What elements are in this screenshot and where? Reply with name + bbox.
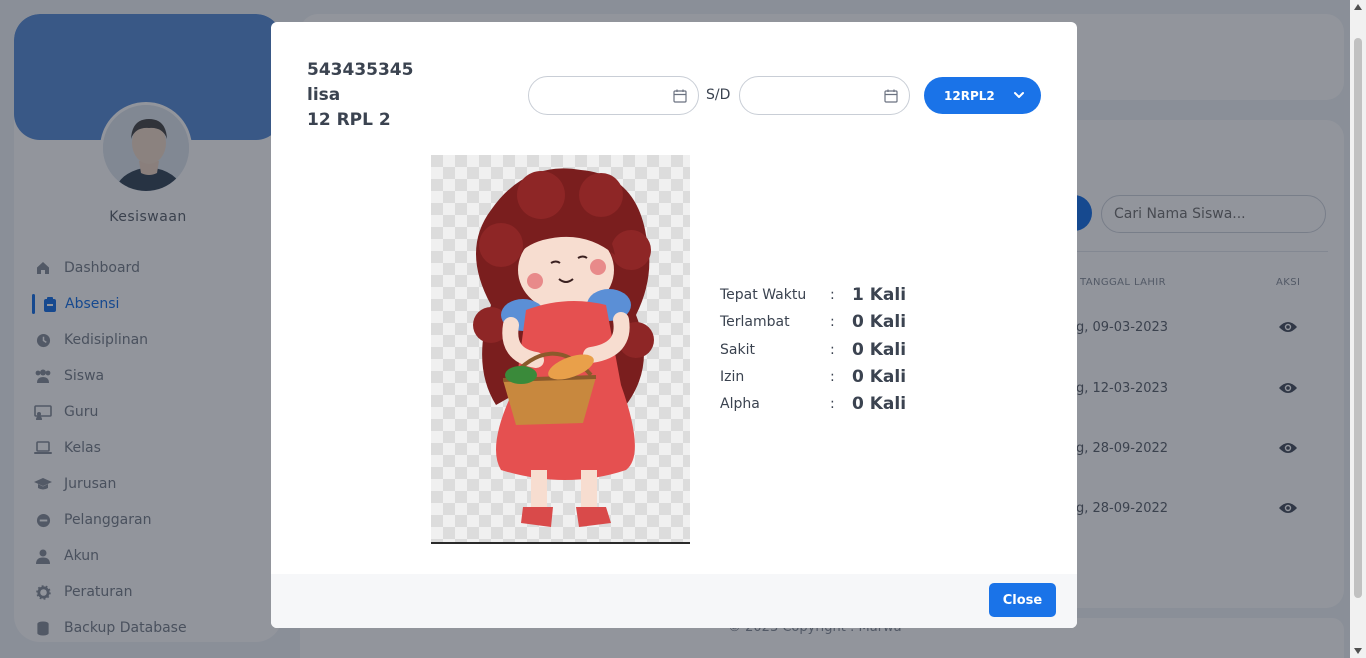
scroll-up-arrow[interactable] — [1354, 4, 1362, 10]
stat-value: 0 Kali — [852, 340, 907, 360]
stat-label: Tepat Waktu — [720, 287, 807, 303]
calendar-icon[interactable] — [884, 89, 898, 103]
student-photo — [431, 155, 690, 544]
page-scrollbar[interactable] — [1350, 0, 1366, 658]
stat-colon: : — [830, 342, 835, 358]
stat-value: 0 Kali — [852, 367, 907, 387]
stat-value: 0 Kali — [852, 394, 907, 414]
stat-label: Alpha — [720, 396, 760, 412]
stat-row-sick: Sakit : 0 Kali — [720, 338, 906, 362]
stat-value: 0 Kali — [852, 312, 907, 332]
date-separator: S/D — [706, 87, 731, 103]
modal-footer — [271, 574, 1077, 628]
stat-colon: : — [830, 396, 835, 412]
stat-label: Sakit — [720, 342, 755, 358]
end-date-input[interactable] — [739, 76, 910, 115]
stat-label: Terlambat — [720, 314, 790, 330]
student-class: 12 RPL 2 — [307, 110, 391, 130]
student-name: lisa — [307, 85, 341, 105]
stat-colon: : — [830, 369, 835, 385]
stat-row-late: Terlambat : 0 Kali — [720, 310, 906, 334]
student-id: 543435345 — [307, 60, 414, 80]
scroll-down-arrow[interactable] — [1354, 648, 1362, 654]
close-button[interactable]: Close — [989, 583, 1056, 617]
class-select[interactable]: 12RPL2 — [924, 77, 1041, 114]
stat-row-absent: Alpha : 0 Kali — [720, 392, 906, 416]
scroll-thumb[interactable] — [1354, 38, 1362, 598]
stat-colon: : — [830, 287, 835, 303]
class-select-value: 12RPL2 — [944, 88, 995, 103]
calendar-icon[interactable] — [673, 89, 687, 103]
stat-row-on-time: Tepat Waktu : 1 Kali — [720, 283, 906, 307]
stat-label: Izin — [720, 369, 745, 385]
chevron-down-icon — [1014, 92, 1024, 98]
stat-colon: : — [830, 314, 835, 330]
start-date-input[interactable] — [528, 76, 699, 115]
stat-value: 1 Kali — [852, 285, 907, 305]
attendance-modal: 543435345 lisa 12 RPL 2 S/D 12RPL2 Tepat… — [271, 22, 1077, 628]
stat-row-permission: Izin : 0 Kali — [720, 365, 906, 389]
